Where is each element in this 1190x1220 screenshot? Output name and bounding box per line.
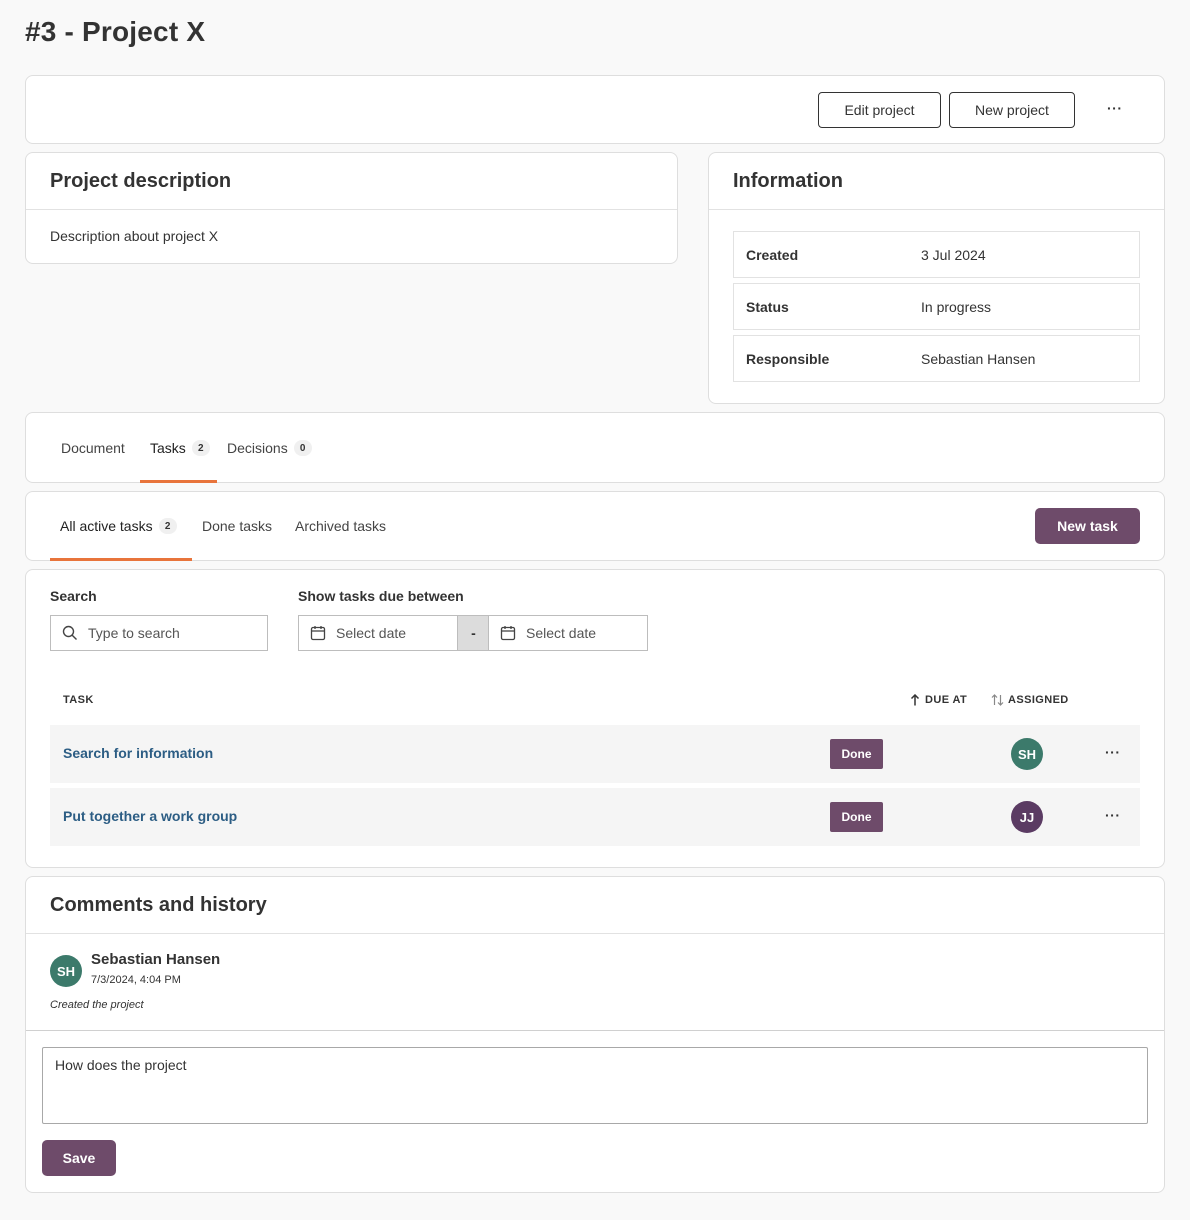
more-options-icon[interactable]: ··· xyxy=(1107,100,1123,116)
edit-project-button[interactable]: Edit project xyxy=(818,92,941,128)
tasks-card: Search Type to search Show tasks due bet… xyxy=(25,569,1165,868)
info-row-created: Created 3 Jul 2024 xyxy=(733,231,1140,278)
search-label: Search xyxy=(50,588,97,604)
information-title: Information xyxy=(733,170,843,192)
count-badge: 2 xyxy=(191,440,210,456)
sort-ascending-icon xyxy=(910,694,920,706)
page-title: #3 - Project X xyxy=(25,16,206,47)
info-key: Status xyxy=(746,298,789,315)
main-tabs: Document Tasks 2 Decisions 0 xyxy=(25,412,1165,483)
new-task-button[interactable]: New task xyxy=(1035,508,1140,544)
information-card: Information Created 3 Jul 2024 Status In… xyxy=(708,152,1165,404)
table-row[interactable]: Put together a work group Done JJ ··· xyxy=(50,788,1140,846)
comment-text: Created the project xyxy=(50,999,144,1011)
count-badge: 0 xyxy=(293,440,312,456)
table-row[interactable]: Search for information Done SH ··· xyxy=(50,725,1140,783)
status-badge: Done xyxy=(830,802,883,832)
tab-all-active-tasks[interactable]: All active tasks 2 xyxy=(60,492,177,560)
task-filter-tabs: All active tasks 2 Done tasks Archived t… xyxy=(25,491,1165,561)
tab-done-tasks[interactable]: Done tasks xyxy=(202,492,272,560)
comment-date: 7/3/2024, 4:04 PM xyxy=(91,974,181,986)
info-value: Sebastian Hansen xyxy=(921,350,1036,367)
project-toolbar: Edit project New project ··· xyxy=(25,75,1165,144)
info-row-responsible: Responsible Sebastian Hansen xyxy=(733,335,1140,382)
tab-label: Done tasks xyxy=(202,518,273,534)
active-tab-indicator xyxy=(50,558,192,561)
tab-label: Archived tasks xyxy=(295,518,387,534)
date-range-label: Show tasks due between xyxy=(298,588,464,604)
tab-document[interactable]: Document xyxy=(61,413,125,483)
avatar: SH xyxy=(50,955,82,987)
task-link[interactable]: Put together a work group xyxy=(63,808,237,824)
divider xyxy=(26,209,677,210)
info-key: Responsible xyxy=(746,350,830,367)
calendar-icon xyxy=(500,626,516,641)
tab-tasks[interactable]: Tasks 2 xyxy=(150,413,210,483)
info-key: Created xyxy=(746,246,799,263)
search-placeholder: Type to search xyxy=(88,625,180,641)
date-from-input[interactable]: Select date xyxy=(298,615,458,651)
row-more-icon[interactable]: ··· xyxy=(1105,807,1121,823)
avatar: JJ xyxy=(1011,801,1043,833)
active-tab-indicator xyxy=(140,480,217,483)
info-row-status: Status In progress xyxy=(733,283,1140,330)
search-input[interactable]: Type to search xyxy=(50,615,268,651)
search-icon xyxy=(62,625,77,640)
calendar-icon xyxy=(310,626,326,641)
date-separator: - xyxy=(458,615,489,651)
info-value: In progress xyxy=(921,298,992,315)
column-header-assigned[interactable]: ASSIGNED xyxy=(991,694,1069,706)
comment-author: Sebastian Hansen xyxy=(91,951,221,968)
task-link[interactable]: Search for information xyxy=(63,745,213,761)
comments-title: Comments and history xyxy=(50,894,267,916)
divider xyxy=(709,209,1164,210)
divider xyxy=(26,1030,1164,1031)
comment-input[interactable]: How does the project xyxy=(42,1047,1148,1124)
tab-label: Decisions xyxy=(227,440,288,456)
new-project-button[interactable]: New project xyxy=(949,92,1075,128)
column-header-task[interactable]: TASK xyxy=(63,694,94,706)
tab-label: All active tasks xyxy=(60,518,153,534)
tab-label: Tasks xyxy=(150,440,186,456)
comments-card: Comments and history SH Sebastian Hansen… xyxy=(25,876,1165,1193)
info-value: 3 Jul 2024 xyxy=(921,246,986,263)
tab-label: Document xyxy=(61,440,125,456)
divider xyxy=(26,933,1164,934)
tab-archived-tasks[interactable]: Archived tasks xyxy=(295,492,386,560)
date-to-input[interactable]: Select date xyxy=(488,615,648,651)
save-button[interactable]: Save xyxy=(42,1140,116,1176)
column-header-label: DUE AT xyxy=(925,694,968,706)
count-badge: 2 xyxy=(158,518,177,534)
project-description-card: Project description Description about pr… xyxy=(25,152,678,264)
avatar: SH xyxy=(1011,738,1043,770)
project-description-title: Project description xyxy=(50,170,232,192)
status-badge: Done xyxy=(830,739,883,769)
date-to-placeholder: Select date xyxy=(526,625,597,641)
row-more-icon[interactable]: ··· xyxy=(1105,744,1121,760)
date-from-placeholder: Select date xyxy=(336,625,407,641)
tab-decisions[interactable]: Decisions 0 xyxy=(227,413,312,483)
column-header-due-at[interactable]: DUE AT xyxy=(910,694,967,706)
column-header-label: ASSIGNED xyxy=(1008,694,1069,706)
project-description-text: Description about project X xyxy=(50,228,219,244)
sort-icon xyxy=(991,694,1004,706)
